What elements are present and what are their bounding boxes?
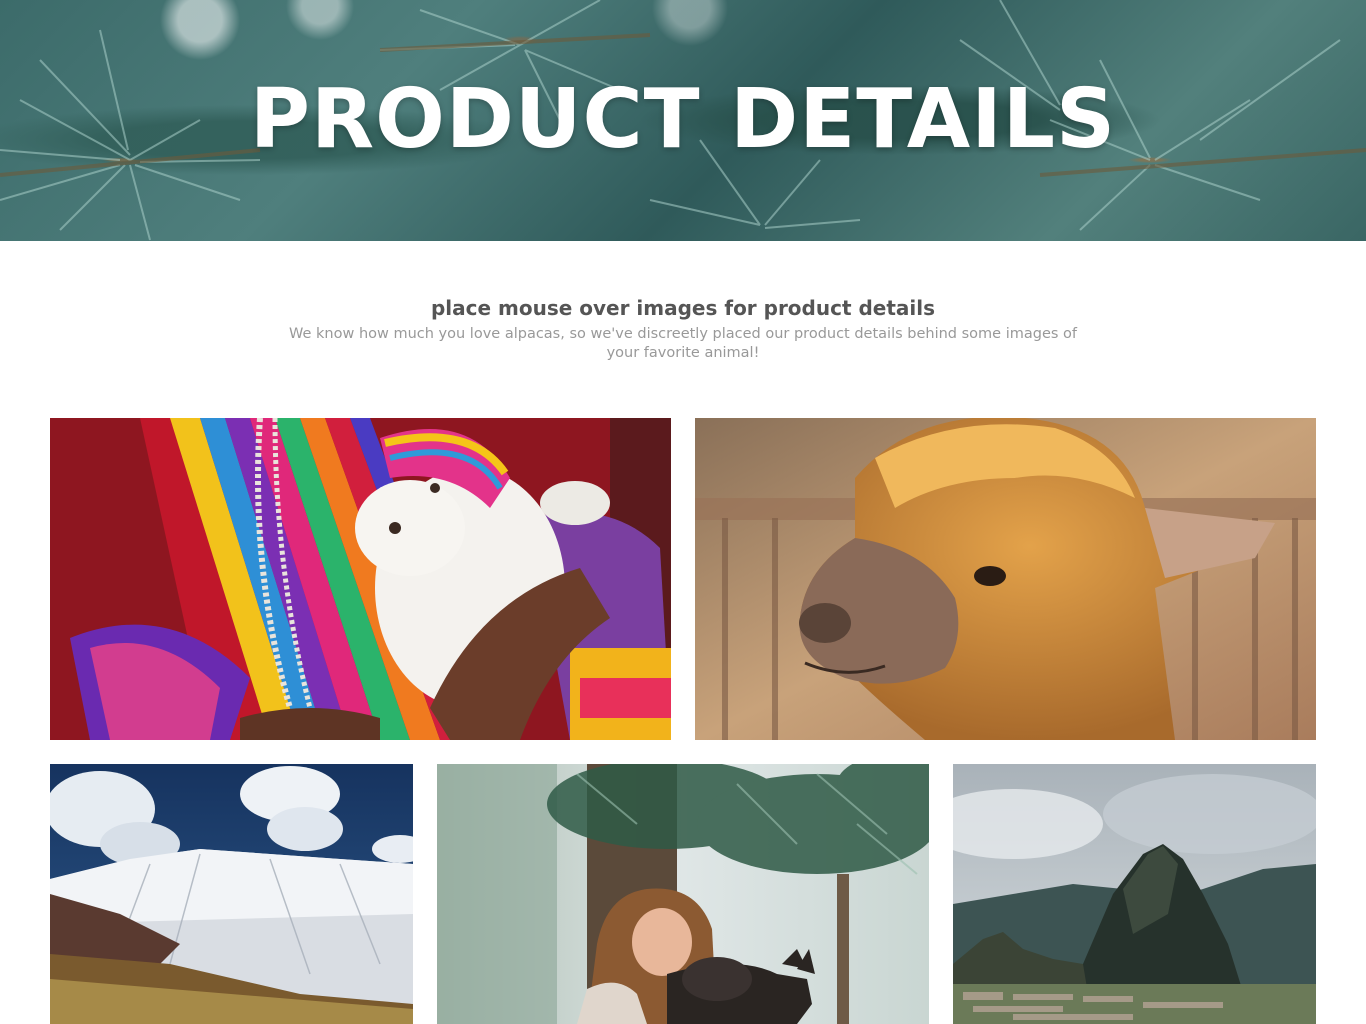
snowy-mountains-photo (50, 764, 413, 1024)
intro-description: We know how much you love alpacas, so we… (289, 326, 1077, 361)
woman-alpaca-photo (437, 764, 929, 1024)
alpaca-closeup-photo (695, 418, 1316, 740)
page-title: PRODUCT DETAILS (249, 72, 1117, 167)
machu-picchu-photo (953, 764, 1316, 1024)
gallery-image-baby-alpaca[interactable] (50, 418, 671, 740)
gallery-image-machu-picchu[interactable] (953, 764, 1316, 1024)
gallery-image-woman-alpaca[interactable] (437, 764, 929, 1024)
hero-banner: PRODUCT DETAILS (0, 0, 1366, 241)
gallery-image-mountains[interactable] (50, 764, 413, 1024)
baby-alpaca-photo (50, 418, 671, 740)
intro-heading: place mouse over images for product deta… (430, 296, 936, 320)
gallery-image-alpaca-closeup[interactable] (695, 418, 1316, 740)
